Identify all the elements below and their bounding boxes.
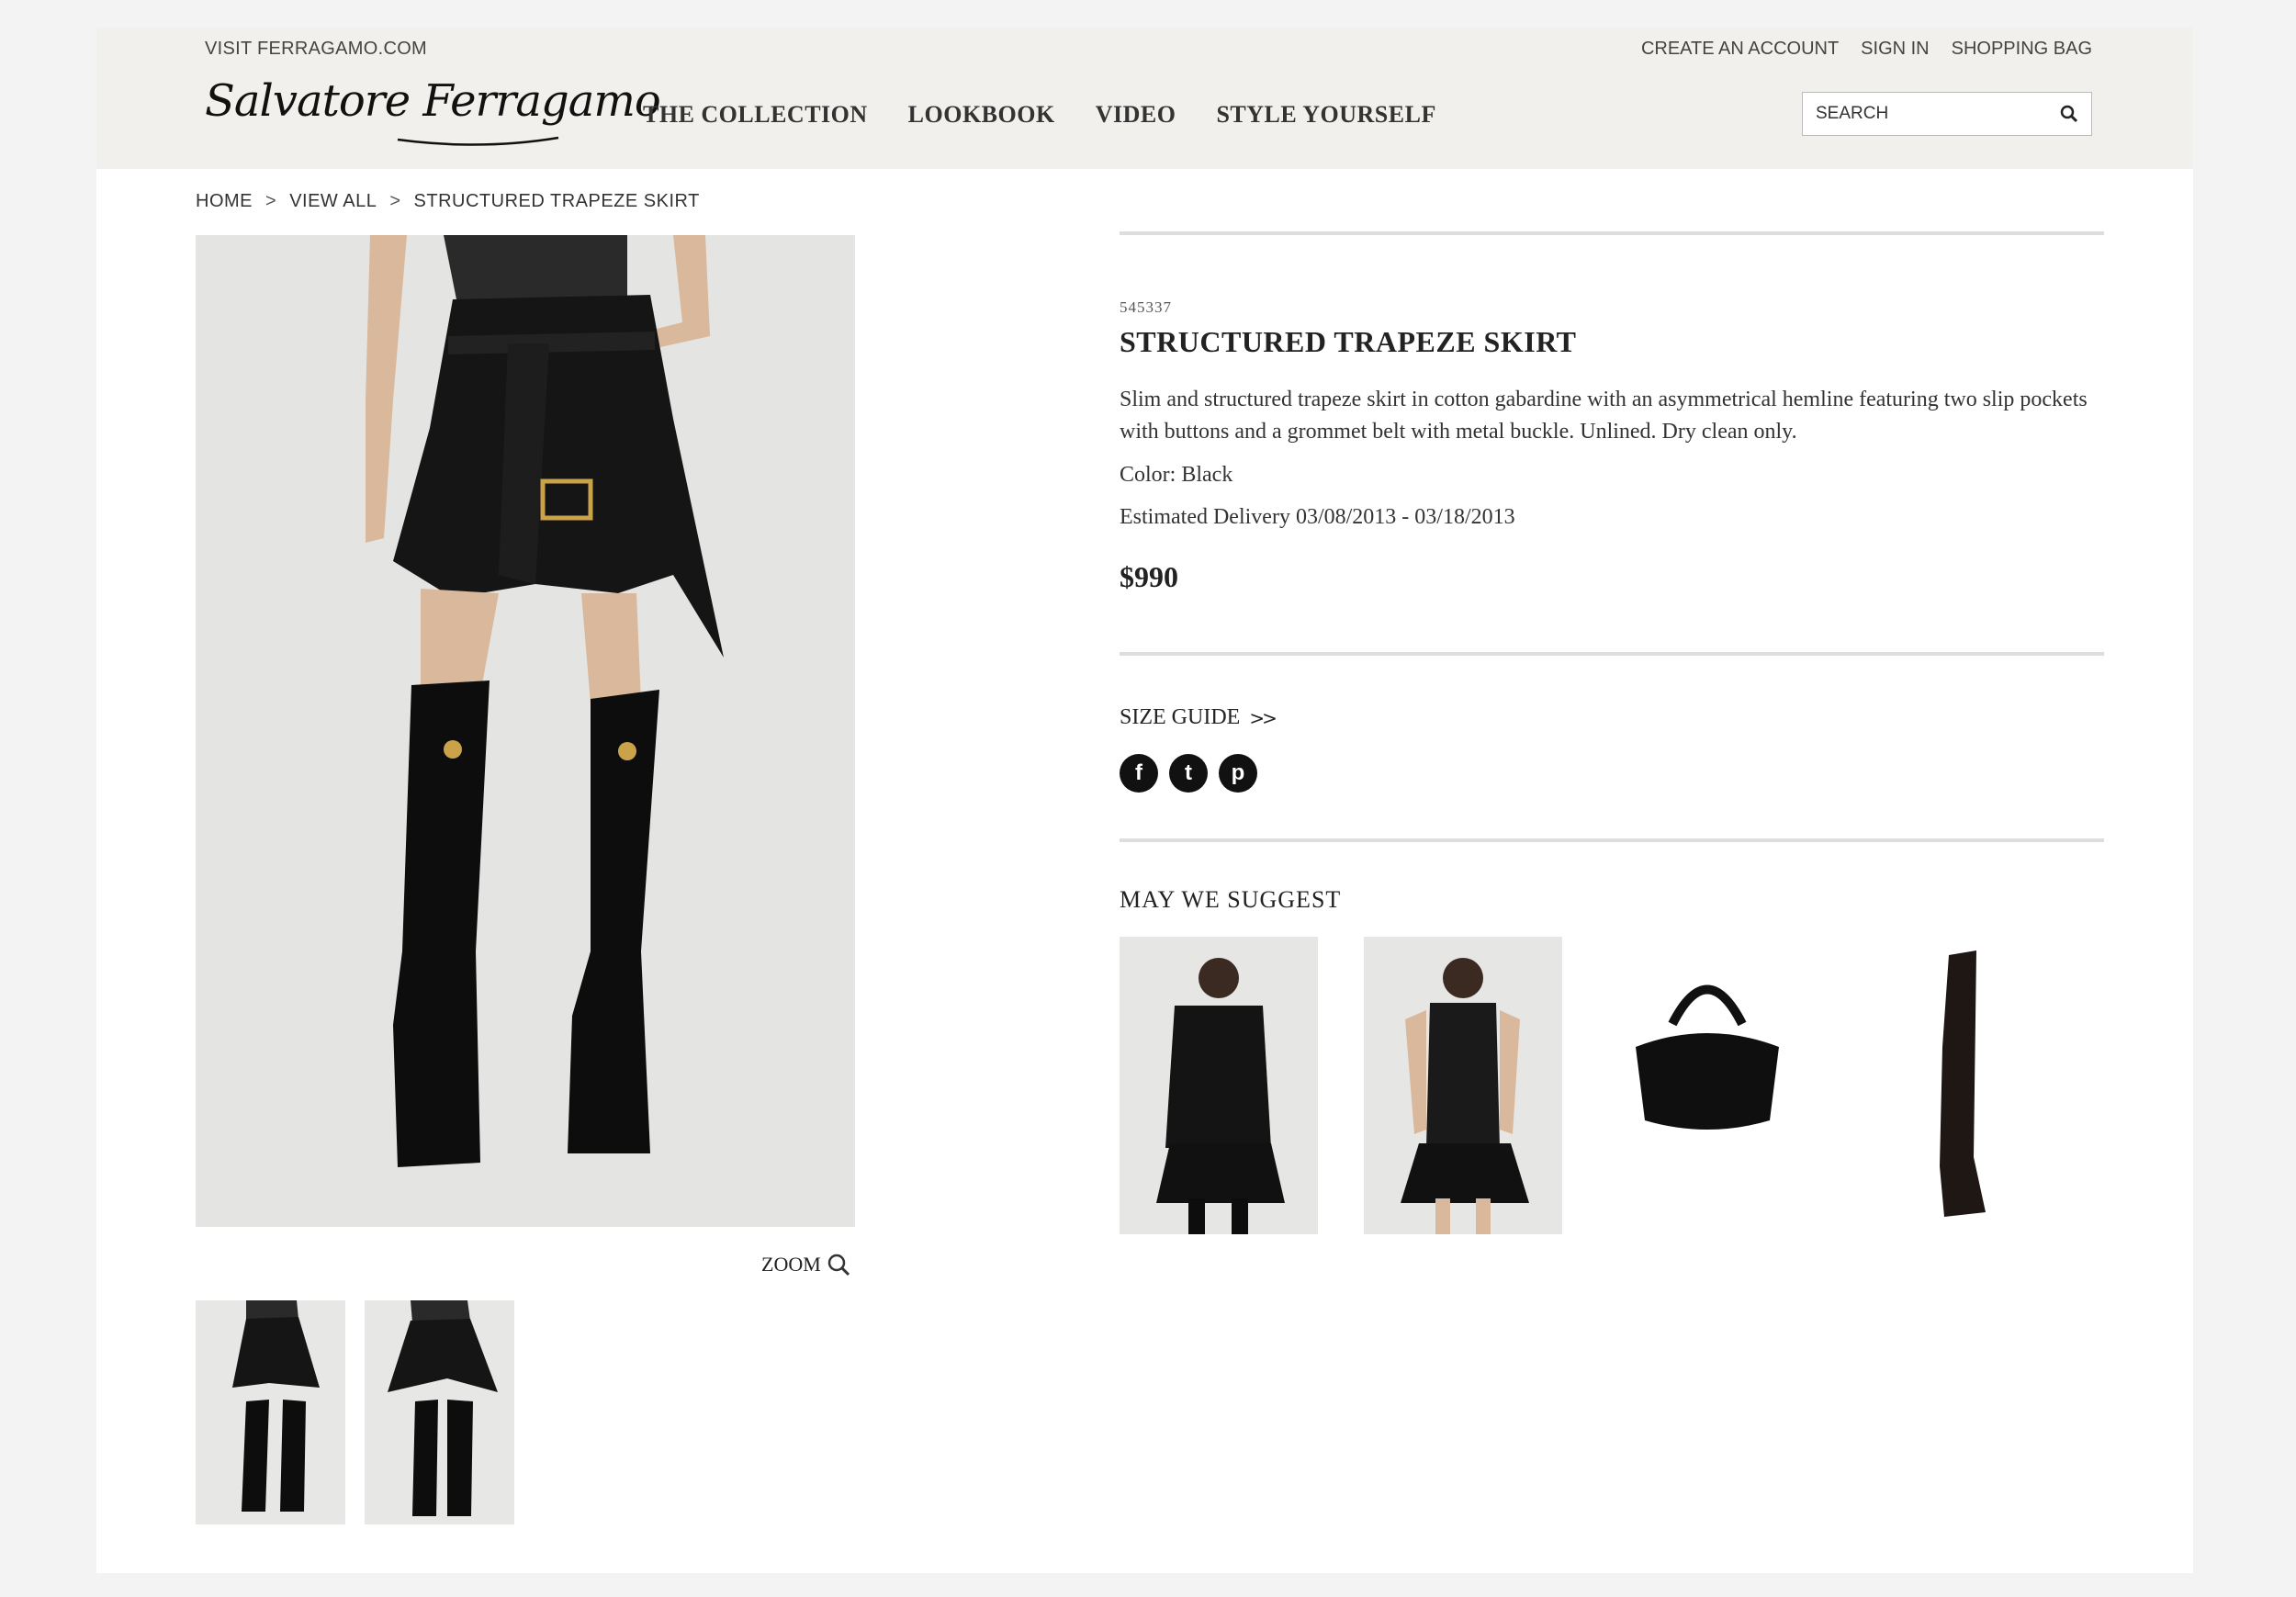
- shopping-bag-link[interactable]: SHOPPING BAG: [1952, 39, 2092, 60]
- facebook-icon[interactable]: f: [1120, 754, 1158, 793]
- suggestion-look-jacket-image: [1120, 937, 1318, 1234]
- twitter-icon[interactable]: t: [1169, 754, 1208, 793]
- suggest-heading: MAY WE SUGGEST: [1120, 886, 1342, 913]
- suggestion-boot[interactable]: [1852, 937, 2051, 1234]
- visit-ferragamo-link[interactable]: VISIT FERRAGAMO.COM: [205, 39, 427, 60]
- nav-lookbook[interactable]: LOOKBOOK: [908, 101, 1055, 129]
- thumbnail-back[interactable]: [365, 1300, 514, 1524]
- thumbnail-front-image: [196, 1300, 345, 1524]
- model-wearing-skirt-image: [196, 235, 855, 1227]
- zoom-button[interactable]: ZOOM: [761, 1253, 850, 1276]
- breadcrumb-view-all[interactable]: VIEW ALL: [289, 191, 377, 212]
- brand-logo[interactable]: Salvatore Ferragamo: [205, 75, 661, 127]
- breadcrumb-current: STRUCTURED TRAPEZE SKIRT: [413, 191, 700, 211]
- pinterest-icon[interactable]: p: [1219, 754, 1257, 793]
- boot-image: [1852, 937, 2051, 1234]
- account-links: CREATE AN ACCOUNT SIGN IN SHOPPING BAG: [1641, 39, 2092, 60]
- product-color: Color: Black: [1120, 463, 1233, 487]
- logo-underline-swash: [397, 136, 559, 146]
- divider: [1120, 652, 2104, 656]
- zoom-label: ZOOM: [761, 1253, 821, 1276]
- nav-the-collection[interactable]: THE COLLECTION: [643, 101, 868, 129]
- breadcrumb-separator: >: [389, 191, 401, 211]
- social-share: f t p: [1120, 754, 1257, 793]
- suggestion-handbag[interactable]: [1608, 937, 1806, 1234]
- thumbnail-front[interactable]: [196, 1300, 345, 1524]
- nav-video[interactable]: VIDEO: [1096, 101, 1176, 129]
- sign-in-link[interactable]: SIGN IN: [1861, 39, 1929, 60]
- product-title: STRUCTURED TRAPEZE SKIRT: [1120, 325, 1577, 358]
- breadcrumb-home[interactable]: HOME: [196, 191, 253, 212]
- product-description: Slim and structured trapeze skirt in cot…: [1120, 388, 2088, 444]
- product-price: $990: [1120, 560, 1178, 593]
- page-container: VISIT FERRAGAMO.COM CREATE AN ACCOUNT SI…: [96, 28, 2193, 1573]
- main-nav: THE COLLECTION LOOKBOOK VIDEO STYLE YOUR…: [643, 101, 1436, 129]
- magnifier-icon: [827, 1254, 850, 1276]
- thumbnail-back-image: [365, 1300, 514, 1524]
- double-chevron-right-icon: >>: [1249, 706, 1277, 729]
- handbag-image: [1608, 937, 1806, 1234]
- breadcrumb-separator: >: [265, 191, 277, 211]
- create-account-link[interactable]: CREATE AN ACCOUNT: [1641, 39, 1839, 60]
- size-guide-link[interactable]: SIZE GUIDE >>: [1120, 705, 1277, 730]
- divider: [1120, 231, 2104, 235]
- suggestion-look-top[interactable]: [1364, 937, 1562, 1234]
- divider: [1120, 838, 2104, 842]
- suggestion-look-top-image: [1364, 937, 1562, 1234]
- main-product-image[interactable]: [196, 235, 855, 1227]
- site-header: VISIT FERRAGAMO.COM CREATE AN ACCOUNT SI…: [96, 28, 2193, 169]
- size-guide-label: SIZE GUIDE: [1120, 705, 1241, 729]
- suggestion-look-jacket[interactable]: [1120, 937, 1318, 1234]
- breadcrumb: HOME > VIEW ALL > STRUCTURED TRAPEZE SKI…: [196, 191, 700, 212]
- search-input[interactable]: [1816, 104, 2045, 124]
- search-box: [1802, 92, 2092, 136]
- search-icon[interactable]: [2060, 105, 2078, 123]
- estimated-delivery: Estimated Delivery 03/08/2013 - 03/18/20…: [1120, 505, 1515, 529]
- product-sku: 545337: [1120, 298, 1172, 316]
- nav-style-yourself[interactable]: STYLE YOURSELF: [1216, 101, 1435, 129]
